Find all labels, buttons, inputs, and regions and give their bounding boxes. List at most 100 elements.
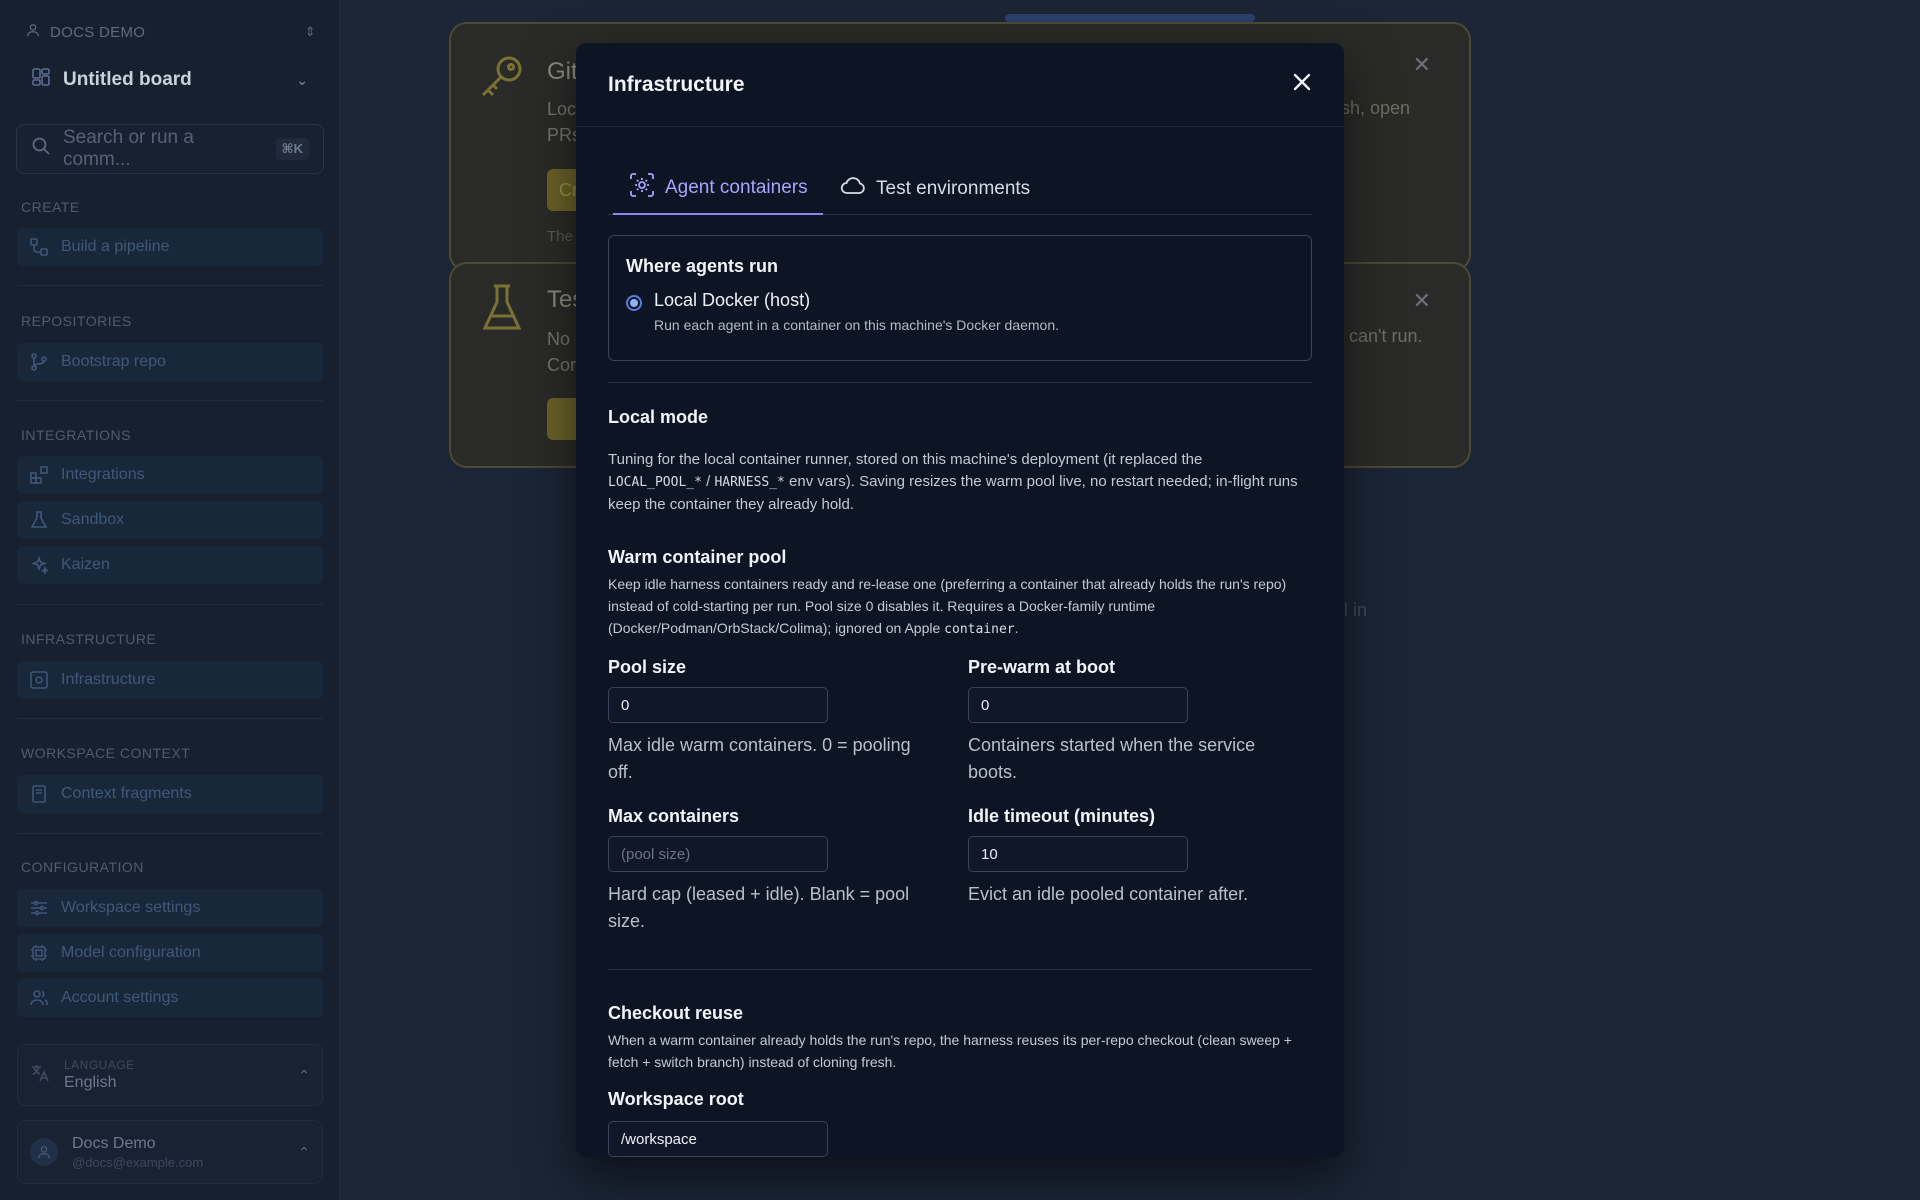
local-mode-heading: Local mode <box>608 407 709 427</box>
sidebar: DOCS DEMO ⇕ Untitled board ⌄ Search or r… <box>0 0 340 1200</box>
flask-icon <box>481 284 523 337</box>
pipeline-icon <box>29 237 49 257</box>
radio-label[interactable]: Local Docker (host) <box>654 290 810 311</box>
tab-agent-containers[interactable]: Agent containers <box>613 163 823 215</box>
section-repositories: REPOSITORIES <box>21 313 132 329</box>
chevron-up-icon: ⌃ <box>298 1066 310 1083</box>
text: / <box>701 473 715 490</box>
board-selector[interactable]: Untitled board ⌄ <box>17 58 322 102</box>
card-title: Git <box>547 58 578 85</box>
key-icon <box>479 54 525 105</box>
language-selector[interactable]: LANGUAGE English ⌃ <box>17 1044 323 1106</box>
text: Tuning for the local container runner, s… <box>608 451 1203 468</box>
max-containers-help: Hard cap (leased + idle). Blank = pool s… <box>608 884 910 931</box>
tab-test-environments[interactable]: Test environments <box>840 163 1030 215</box>
sidebar-item-account-settings[interactable]: Account settings <box>17 979 323 1017</box>
search-icon <box>31 136 51 162</box>
divider <box>17 604 323 605</box>
pool-size-input[interactable] <box>608 687 828 723</box>
pool-size-label: Pool size <box>608 657 687 677</box>
language-caption: LANGUAGE <box>64 1058 135 1072</box>
chevron-updown-icon: ⇕ <box>304 24 316 39</box>
user-email: @docs@example.com <box>72 1154 204 1170</box>
max-containers-label: Max containers <box>608 806 740 826</box>
chevron-up-icon: ⌃ <box>298 1143 310 1160</box>
workspace-root-input[interactable] <box>608 1121 828 1157</box>
code-keyword: container <box>944 622 1015 637</box>
sidebar-item-bootstrap-repo[interactable]: Bootstrap repo <box>17 343 323 381</box>
sidebar-item-label: Account settings <box>61 989 179 1006</box>
where-agents-run-panel: Where agents run Local Docker (host) Run… <box>608 235 1312 361</box>
language-value: English <box>64 1074 117 1091</box>
section-create: CREATE <box>21 199 80 215</box>
tab-label: Test environments <box>876 178 1031 199</box>
card-footer: The <box>547 228 573 245</box>
sidebar-item-label: Workspace settings <box>61 899 201 916</box>
checkout-reuse-heading: Checkout reuse <box>608 1003 744 1023</box>
sliders-icon <box>29 898 49 918</box>
prewarm-input[interactable] <box>968 687 1188 723</box>
local-mode-description: Tuning for the local container runner, s… <box>608 449 1312 516</box>
command-search[interactable]: Search or run a comm... ⌘K <box>16 124 324 174</box>
local-docker-radio[interactable] <box>626 295 642 311</box>
sidebar-item-kaizen[interactable]: Kaizen <box>17 546 323 584</box>
cpu-icon <box>29 943 49 963</box>
sidebar-item-label: Integrations <box>61 466 145 483</box>
sidebar-item-model-configuration[interactable]: Model configuration <box>17 934 323 972</box>
chevron-down-icon: ⌄ <box>296 71 308 88</box>
sidebar-item-label: Bootstrap repo <box>61 353 166 370</box>
user-menu[interactable]: Docs Demo @docs@example.com ⌃ <box>17 1120 323 1184</box>
divider <box>608 969 1312 970</box>
dialog-title: Infrastructure <box>608 73 745 96</box>
flask-icon <box>29 510 49 530</box>
pool-size-help: Max idle warm containers. 0 = pooling of… <box>608 735 911 782</box>
sidebar-item-sandbox[interactable]: Sandbox <box>17 501 323 539</box>
background-tab-indicator <box>1005 14 1255 22</box>
section-configuration: CONFIGURATION <box>21 859 144 875</box>
divider <box>608 382 1312 383</box>
sidebar-item-label: Sandbox <box>61 511 125 528</box>
prewarm-label: Pre-warm at boot <box>968 657 1116 677</box>
users-icon <box>29 988 49 1008</box>
container-gear-icon <box>29 670 49 690</box>
workspace-switcher[interactable]: DOCS DEMO ⇕ <box>26 22 316 42</box>
user-icon <box>26 23 40 41</box>
panel-title: Where agents run <box>626 256 779 276</box>
sidebar-item-integrations[interactable]: Integrations <box>17 456 323 494</box>
board-name: Untitled board <box>63 69 192 90</box>
idle-timeout-input[interactable] <box>968 836 1188 872</box>
book-icon <box>29 784 49 804</box>
infrastructure-dialog: Infrastructure Agent containers Test env… <box>576 43 1344 1157</box>
prewarm-help: Containers started when the service boot… <box>968 735 1256 782</box>
sidebar-item-infrastructure[interactable]: Infrastructure <box>17 661 323 699</box>
close-icon[interactable] <box>1290 71 1314 95</box>
divider <box>17 833 323 834</box>
sidebar-item-context-fragments[interactable]: Context fragments <box>17 775 323 813</box>
sidebar-item-label: Kaizen <box>61 556 110 573</box>
sidebar-item-workspace-settings[interactable]: Workspace settings <box>17 889 323 927</box>
code-env-var: HARNESS_* <box>714 475 785 490</box>
sidebar-item-build-pipeline[interactable]: Build a pipeline <box>17 228 323 266</box>
cloud-icon <box>840 175 866 203</box>
dialog-header: Infrastructure <box>576 43 1344 127</box>
divider <box>17 285 323 286</box>
close-icon[interactable]: ✕ <box>1413 288 1431 314</box>
checkout-reuse-description: When a warm container already holds the … <box>608 1032 1292 1070</box>
workspace-root-label: Workspace root <box>608 1089 744 1109</box>
container-gear-icon <box>629 172 655 204</box>
max-containers-input[interactable] <box>608 836 828 872</box>
card-body: Loc <box>547 99 577 119</box>
sidebar-item-label: Infrastructure <box>61 671 156 688</box>
sidebar-item-label: Context fragments <box>61 785 192 802</box>
close-icon[interactable]: ✕ <box>1413 52 1431 78</box>
sidebar-item-label: Build a pipeline <box>61 238 170 255</box>
tab-label: Agent containers <box>665 177 808 198</box>
translate-icon <box>30 1063 50 1088</box>
board-icon <box>31 67 51 93</box>
idle-timeout-help: Evict an idle pooled container after. <box>968 884 1249 904</box>
warm-pool-heading: Warm container pool <box>608 547 787 567</box>
section-workspace-context: WORKSPACE CONTEXT <box>21 745 191 761</box>
card-body-tail: can't run. <box>1349 326 1423 346</box>
avatar <box>30 1138 58 1166</box>
git-branch-icon <box>29 352 49 372</box>
